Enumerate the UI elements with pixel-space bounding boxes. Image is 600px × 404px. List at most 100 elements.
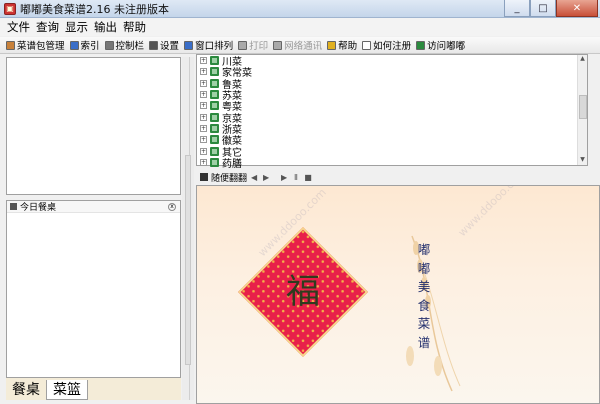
visit-icon xyxy=(416,40,426,50)
menu-output[interactable]: 输出 xyxy=(91,19,120,35)
category-icon xyxy=(210,56,219,66)
category-icon xyxy=(210,67,219,77)
toolbar-label: 控制栏 xyxy=(115,41,145,52)
maximize-button[interactable]: □ xyxy=(530,0,556,17)
vertical-title-char: 菜 xyxy=(417,316,431,331)
register-icon xyxy=(362,40,372,50)
viewer-toolbar: 随便翻翻 ◀ ▶ ▶ Ⅱ ■ xyxy=(196,170,588,184)
tree-item[interactable]: + 粤菜 xyxy=(197,100,587,113)
app-icon: ▣ xyxy=(4,2,16,15)
toolbar-package-button[interactable]: 菜谱包管理 xyxy=(6,38,65,52)
tree-item-label: 药膳 xyxy=(222,158,242,170)
expand-icon[interactable]: + xyxy=(200,158,207,166)
package-icon xyxy=(6,40,15,50)
splitter-handle[interactable] xyxy=(185,155,191,365)
tree-item[interactable]: + 苏菜 xyxy=(197,89,587,102)
toolbar-label: 帮助 xyxy=(338,41,358,52)
toolbar-label: 设置 xyxy=(160,41,180,52)
expand-icon[interactable]: + xyxy=(200,68,207,76)
index-icon xyxy=(69,40,79,50)
expand-icon[interactable]: + xyxy=(200,57,207,65)
scroll-thumb[interactable] xyxy=(579,95,587,119)
expand-icon[interactable]: + xyxy=(200,79,207,87)
left-tabs: 餐桌 菜篮 xyxy=(6,378,181,400)
toolbar-help-button[interactable]: 帮助 xyxy=(327,38,357,52)
toolbar-label: 网络通讯 xyxy=(284,41,323,52)
close-panel-icon[interactable]: x xyxy=(168,203,176,211)
expand-icon[interactable]: + xyxy=(200,147,207,155)
close-button[interactable]: ✕ xyxy=(556,0,598,17)
expand-icon[interactable]: + xyxy=(200,124,207,132)
menu-file[interactable]: 文件 xyxy=(4,19,33,35)
prev-icon[interactable]: ◀ xyxy=(249,173,259,182)
tree-item[interactable]: + 药膳 xyxy=(197,157,587,170)
random-browse-label[interactable]: 随便翻翻 xyxy=(211,171,247,184)
network-icon xyxy=(273,40,283,50)
app-vertical-title: 嘟嘟美食菜谱 xyxy=(415,241,433,352)
menu-help[interactable]: 帮助 xyxy=(120,19,149,35)
toolbar-window-arrange-button[interactable]: 窗口排列 xyxy=(184,38,233,52)
help-icon xyxy=(327,40,337,50)
vertical-title-char: 美 xyxy=(417,279,431,294)
expand-icon[interactable]: + xyxy=(200,136,207,144)
toolbar-label: 索引 xyxy=(80,41,100,52)
expand-icon[interactable]: + xyxy=(200,91,207,99)
toolbar-visit-button[interactable]: 访问嘟嘟 xyxy=(416,38,465,52)
control-bar-icon xyxy=(104,40,114,50)
today-table-title: 今日餐桌 xyxy=(20,203,57,213)
tree-item[interactable]: + 鲁菜 xyxy=(197,78,587,91)
next-icon[interactable]: ▶ xyxy=(261,173,271,182)
tree-item[interactable]: + 京菜 xyxy=(197,111,587,125)
scroll-up-icon[interactable]: ▲ xyxy=(578,55,587,64)
toolbar-network-button: 网络通讯 xyxy=(273,38,322,52)
category-icon xyxy=(210,146,219,156)
table-icon xyxy=(10,203,17,210)
category-icon xyxy=(210,135,219,145)
toolbar-control-bar-button[interactable]: 控制栏 xyxy=(104,38,145,52)
toolbar-register-button[interactable]: 如何注册 xyxy=(362,38,411,52)
pause-icon[interactable]: Ⅱ xyxy=(291,173,301,182)
tree-item[interactable]: + 浙菜 xyxy=(197,123,587,136)
category-icon xyxy=(210,90,219,100)
play-icon[interactable]: ▶ xyxy=(279,173,289,182)
minimize-button[interactable]: _ xyxy=(504,0,530,17)
menu-query[interactable]: 查询 xyxy=(33,19,62,35)
window-arrange-icon xyxy=(184,40,194,50)
vertical-title-char: 谱 xyxy=(417,334,431,350)
tab-basket[interactable]: 菜篮 xyxy=(46,380,88,400)
window-title: 嘟嘟美食菜谱2.16 未注册版本 xyxy=(20,2,169,16)
book-icon xyxy=(200,173,208,181)
stop-icon[interactable]: ■ xyxy=(303,173,313,182)
toolbar-label: 菜谱包管理 xyxy=(17,41,65,52)
print-icon xyxy=(238,40,248,50)
vertical-title-char: 嘟 xyxy=(417,260,431,276)
window-controls: _ □ ✕ xyxy=(504,0,598,17)
tree-scrollbar[interactable]: ▲ ▼ xyxy=(577,55,587,165)
tree-item[interactable]: + 徽菜 xyxy=(197,134,587,147)
category-icon xyxy=(210,157,219,167)
scroll-down-icon[interactable]: ▼ xyxy=(578,156,587,165)
tree-item[interactable]: + 家常菜 xyxy=(197,66,587,79)
watermark: www.ddooo.com xyxy=(455,185,529,240)
toolbar-label: 访问嘟嘟 xyxy=(427,41,466,52)
tab-dining-table[interactable]: 餐桌 xyxy=(6,380,46,400)
vertical-title-char: 嘟 xyxy=(417,242,431,257)
toolbar-label: 窗口排列 xyxy=(195,41,234,52)
toolbar-index-button[interactable]: 索引 xyxy=(69,38,100,52)
today-table-panel: 今日餐桌 x xyxy=(6,200,181,378)
fu-character: 福 xyxy=(286,272,320,312)
toolbar-label: 如何注册 xyxy=(373,41,412,52)
category-icon xyxy=(210,78,219,88)
expand-icon[interactable]: + xyxy=(200,102,207,110)
vertical-title-char: 食 xyxy=(417,297,431,313)
expand-icon[interactable]: + xyxy=(200,113,207,121)
today-table-header: 今日餐桌 xyxy=(7,201,180,213)
toolbar-settings-button[interactable]: 设置 xyxy=(149,38,179,52)
title-bar: ▣ 嘟嘟美食菜谱2.16 未注册版本 _ □ ✕ xyxy=(0,0,600,18)
category-icon xyxy=(210,112,219,122)
toolbar-print-button: 打印 xyxy=(238,38,268,52)
left-top-panel xyxy=(6,57,181,195)
tree-item[interactable]: + 其它 xyxy=(197,145,587,159)
menu-view[interactable]: 显示 xyxy=(62,19,91,35)
tree-item[interactable]: + 川菜 xyxy=(197,55,587,68)
